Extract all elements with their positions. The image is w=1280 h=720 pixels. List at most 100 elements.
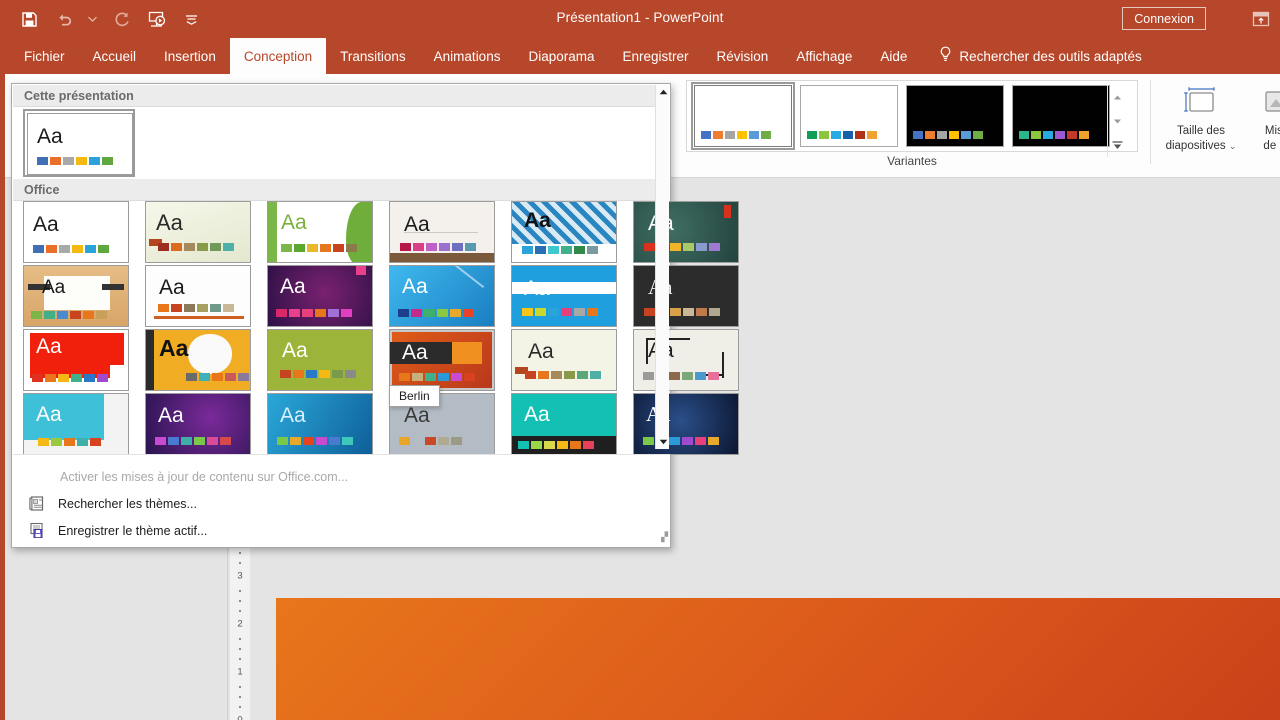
theme-swatches: [277, 437, 353, 445]
scroll-down-icon[interactable]: [1109, 111, 1127, 131]
variants-gallery: [686, 80, 1138, 157]
variant-item-3[interactable]: [906, 85, 1004, 147]
format-background-label-line1: Mise: [1264, 125, 1280, 137]
resize-grip[interactable]: ▞: [661, 532, 668, 543]
theme-aa-label: Aa: [281, 211, 307, 234]
sign-in-button[interactable]: Connexion: [1122, 7, 1206, 30]
theme-swatches: [399, 437, 462, 445]
tab-affichage[interactable]: Affichage: [782, 38, 866, 74]
theme-swatches: [38, 438, 101, 446]
ribbon-display-options-icon[interactable]: [1250, 8, 1272, 30]
theme-thumb-integral[interactable]: Aa: [267, 201, 373, 263]
variant-swatches: [701, 131, 771, 139]
theme-swatches: [158, 243, 234, 251]
theme-swatches: [525, 371, 601, 379]
variant-item-2[interactable]: [800, 85, 898, 147]
theme-thumb-office[interactable]: Aa: [23, 201, 129, 263]
tab-aide[interactable]: Aide: [866, 38, 921, 74]
theme-thumb-ion[interactable]: Aa: [511, 201, 617, 263]
lightbulb-icon: [939, 46, 952, 66]
theme-thumb-slice[interactable]: Aa: [633, 329, 739, 391]
theme-thumb-vapor-trail[interactable]: Aa: [23, 393, 129, 455]
more-variants-icon[interactable]: [1109, 135, 1127, 155]
tab-enregistrer[interactable]: Enregistrer: [609, 38, 703, 74]
theme-thumb-ion-boardroom[interactable]: Aa: [389, 201, 495, 263]
theme-tooltip: Berlin: [389, 385, 440, 407]
gallery-section-office: Office: [13, 179, 658, 201]
theme-thumb-view[interactable]: Aa: [145, 393, 251, 455]
variant-item-4[interactable]: [1012, 85, 1110, 147]
theme-thumb-current[interactable]: Aa: [27, 113, 133, 175]
theme-aa-label: Aa: [528, 340, 554, 363]
theme-thumb-droplet[interactable]: Aa: [389, 265, 495, 327]
theme-thumb-wood-type[interactable]: Aa: [267, 393, 373, 455]
theme-thumb-extra-2[interactable]: Aa: [511, 393, 617, 455]
gallery-scrollbar[interactable]: [655, 85, 669, 449]
chevron-down-icon: ⌄: [1228, 141, 1237, 152]
theme-swatches: [276, 309, 352, 317]
vruler-tick: 0: [237, 714, 243, 720]
theme-thumb-berlin[interactable]: Aa: [389, 329, 495, 391]
theme-swatches: [399, 373, 475, 381]
theme-swatches: [522, 308, 598, 316]
theme-thumb-mesh[interactable]: Aa: [633, 265, 739, 327]
scroll-up-icon[interactable]: [1109, 87, 1127, 107]
tab-transitions[interactable]: Transitions: [326, 38, 420, 74]
theme-aa-label: Aa: [402, 341, 428, 364]
tab-insertion[interactable]: Insertion: [150, 38, 230, 74]
slide-canvas[interactable]: Cliquez pour ajouter un titre: [276, 598, 1280, 720]
tell-me-search[interactable]: Rechercher des outils adaptés: [921, 38, 1153, 74]
theme-swatches: [32, 374, 108, 382]
tab-accueil[interactable]: Accueil: [79, 38, 151, 74]
tab-conception[interactable]: Conception: [229, 38, 327, 74]
theme-aa-label: Aa: [402, 275, 428, 298]
theme-aa-label: Aa: [524, 277, 550, 300]
theme-thumb-sketchbook[interactable]: Aa: [511, 329, 617, 391]
theme-swatches: [400, 243, 476, 251]
theme-decoration: [356, 266, 366, 275]
tab-fichier[interactable]: Fichier: [10, 38, 79, 74]
theme-thumb-extra-3[interactable]: Aa: [633, 393, 739, 455]
variant-item-1[interactable]: [691, 82, 795, 150]
variants-group-label: Variantes: [887, 154, 937, 168]
variants-scroll-controls: [1107, 85, 1127, 157]
tab-diaporama[interactable]: Diaporama: [514, 38, 608, 74]
theme-thumb-frame[interactable]: Aa: [511, 265, 617, 327]
tab-revision[interactable]: Révision: [703, 38, 783, 74]
theme-row-3: Aa Aa Aa Aa Aa: [23, 329, 739, 391]
ribbon-group-separator: [1150, 80, 1151, 164]
browse-themes-item[interactable]: Rechercher les thèmes...: [13, 490, 670, 517]
theme-thumb-quotable[interactable]: Aa: [145, 329, 251, 391]
save-current-theme-item[interactable]: Enregistrer le thème actif...: [13, 517, 670, 544]
theme-thumb-berlin-like[interactable]: Aa: [145, 265, 251, 327]
theme-thumb-facet[interactable]: Aa: [145, 201, 251, 263]
theme-decoration: [451, 266, 485, 288]
theme-aa-label: Aa: [36, 335, 62, 358]
theme-thumb-celestial[interactable]: Aa: [267, 265, 373, 327]
theme-thumb-savon[interactable]: Aa: [267, 329, 373, 391]
save-theme-label: Enregistrer le thème actif...: [58, 523, 208, 538]
theme-decoration: [146, 330, 154, 390]
theme-row-1: Aa Aa Aa Aa Aa: [23, 201, 739, 263]
theme-swatches: [280, 370, 356, 378]
theme-decoration: [724, 205, 731, 218]
browse-themes-icon: [26, 495, 48, 512]
theme-thumb-retrospect[interactable]: Aa: [633, 201, 739, 263]
theme-row-2: Aa Aa Aa Aa Aa: [23, 265, 739, 327]
theme-thumb-wisp[interactable]: Aa: [23, 265, 129, 327]
variants-group: Variantes: [686, 76, 1146, 176]
theme-aa-label: Aa: [42, 277, 66, 298]
theme-aa-label: Aa: [280, 275, 306, 298]
theme-decoration: [404, 232, 478, 233]
scroll-down-arrow-icon[interactable]: [656, 435, 670, 449]
theme-thumb-metropolitan[interactable]: Aa: [23, 329, 129, 391]
vertical-ruler[interactable]: 3 2 1 0 1: [230, 548, 250, 720]
office-com-updates-item: Activer les mises à jour de contenu sur …: [60, 469, 349, 484]
tab-animations[interactable]: Animations: [420, 38, 515, 74]
tell-me-label: Rechercher des outils adaptés: [959, 48, 1142, 64]
format-background-button[interactable]: Mise de l'a: [1240, 80, 1280, 168]
slide-size-button[interactable]: Taille des diapositives ⌄: [1164, 80, 1238, 168]
theme-swatches: [281, 244, 357, 252]
scroll-up-arrow-icon[interactable]: [656, 85, 670, 99]
theme-swatches: [37, 157, 113, 165]
